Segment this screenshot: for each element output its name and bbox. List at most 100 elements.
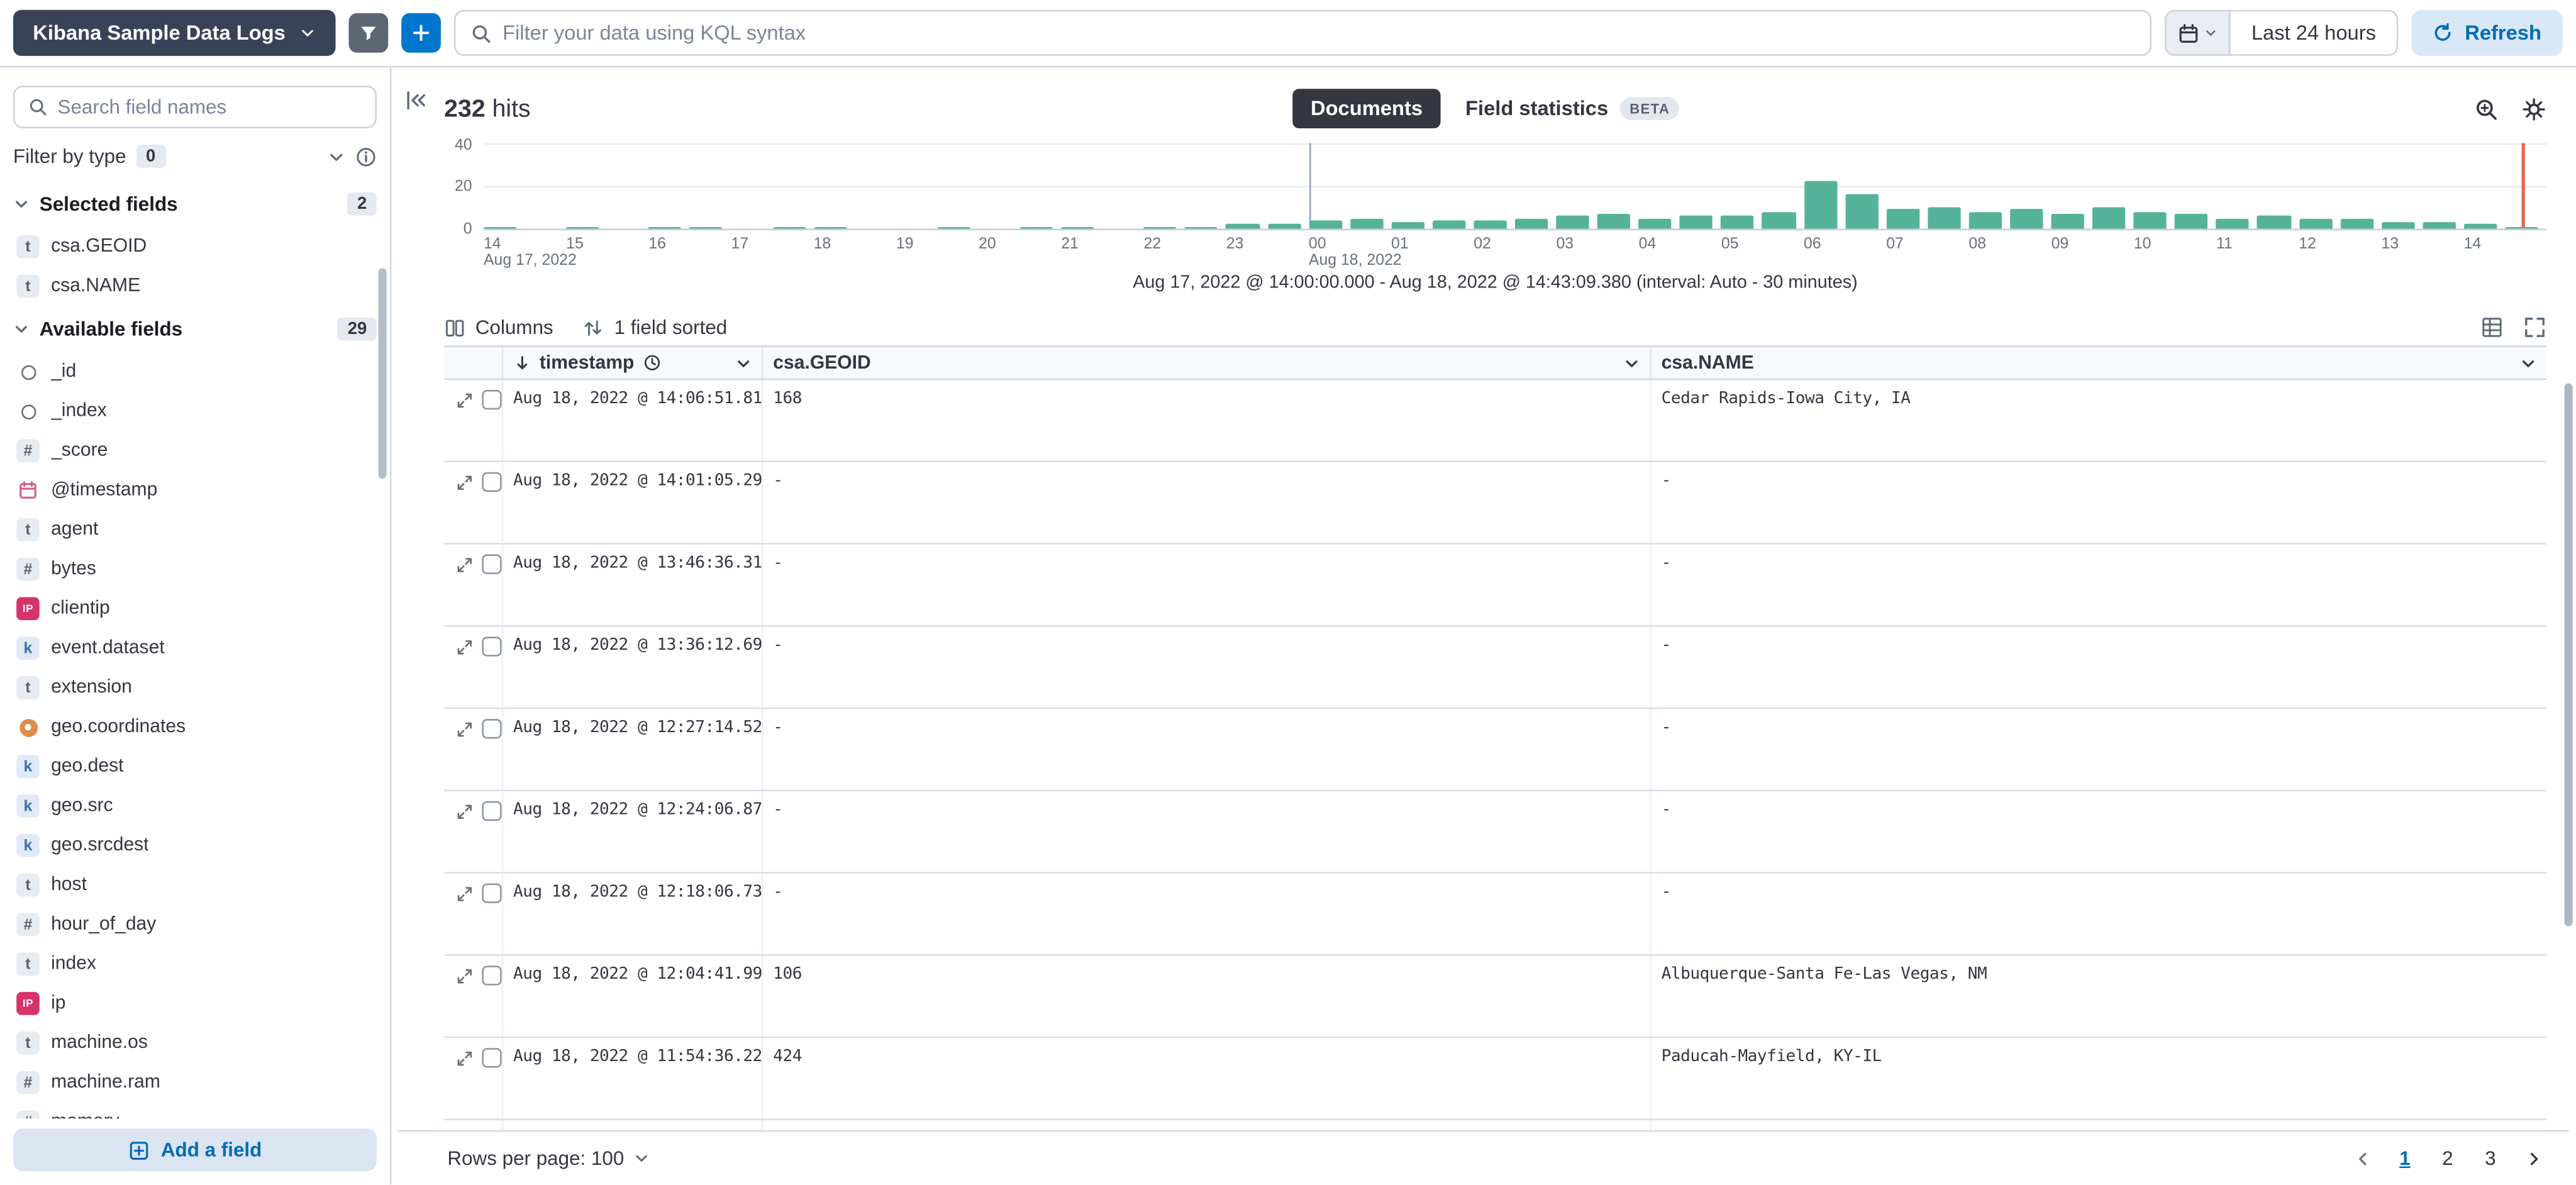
- csa-geoid-cell[interactable]: -: [763, 791, 1652, 872]
- timestamp-cell[interactable]: Aug 18, 2022 @ 14:06:51.816: [503, 380, 763, 460]
- selected-fields-header[interactable]: Selected fields 2: [0, 181, 390, 227]
- csa-geoid-cell[interactable]: 424: [763, 1038, 1652, 1118]
- csa-geoid-cell[interactable]: -: [763, 545, 1652, 625]
- expand-document-icon[interactable]: [455, 391, 474, 409]
- expand-document-icon[interactable]: [455, 474, 474, 492]
- select-row-checkbox[interactable]: [482, 801, 501, 821]
- add-field-button[interactable]: Add a field: [13, 1128, 377, 1171]
- rows-per-page-button[interactable]: Rows per page: 100: [447, 1147, 650, 1170]
- column-menu-icon[interactable]: [735, 355, 752, 371]
- csa-name-cell[interactable]: -: [1652, 545, 2546, 625]
- timestamp-cell[interactable]: Aug 18, 2022 @ 12:04:41.998: [503, 956, 763, 1037]
- sort-fields-button[interactable]: 1 field sorted: [583, 316, 727, 339]
- expand-document-icon[interactable]: [455, 803, 474, 821]
- add-filter-button[interactable]: [401, 13, 440, 53]
- data-view-picker[interactable]: Kibana Sample Data Logs: [13, 10, 335, 56]
- csa-name-cell[interactable]: -: [1652, 874, 2546, 954]
- field-item-geo.dest[interactable]: kgeo.dest: [0, 747, 390, 786]
- page-button-1[interactable]: 1: [2389, 1140, 2421, 1177]
- field-item-memory[interactable]: #memory: [0, 1102, 390, 1118]
- csa-geoid-cell[interactable]: -: [763, 874, 1652, 954]
- field-item-_index[interactable]: _index: [0, 391, 390, 431]
- tab-field-statistics[interactable]: Field statistics BETA: [1447, 89, 1697, 128]
- csa-name-cell[interactable]: Cedar Rapids-Iowa City, IA: [1652, 380, 2546, 460]
- prev-page-button[interactable]: [2346, 1140, 2379, 1177]
- time-range-button[interactable]: Last 24 hours: [2230, 10, 2399, 56]
- timestamp-cell[interactable]: Aug 18, 2022 @ 14:01:05.297: [503, 462, 763, 543]
- page-button-3[interactable]: 3: [2474, 1140, 2507, 1177]
- field-item-@timestamp[interactable]: @timestamp: [0, 470, 390, 510]
- field-item-geo.src[interactable]: kgeo.src: [0, 786, 390, 826]
- csa-geoid-cell[interactable]: 168: [763, 380, 1652, 460]
- select-row-checkbox[interactable]: [482, 637, 501, 656]
- saved-query-button[interactable]: [348, 13, 387, 53]
- csa-geoid-cell[interactable]: -: [763, 462, 1652, 543]
- header-csa-name[interactable]: csa.NAME: [1652, 347, 2546, 379]
- field-item-bytes[interactable]: #bytes: [0, 550, 390, 589]
- available-fields-header[interactable]: Available fields 29: [0, 306, 390, 352]
- columns-button[interactable]: Columns: [444, 316, 553, 339]
- csa-geoid-cell[interactable]: 106: [763, 956, 1652, 1037]
- csa-geoid-cell[interactable]: -: [763, 709, 1652, 789]
- csa-name-cell[interactable]: -: [1652, 709, 2546, 789]
- header-csa-geoid[interactable]: csa.GEOID: [763, 347, 1652, 379]
- header-timestamp[interactable]: timestamp: [503, 347, 763, 379]
- field-item-_id[interactable]: _id: [0, 352, 390, 392]
- filter-by-type[interactable]: Filter by type 0: [13, 145, 377, 168]
- csa-name-cell[interactable]: Paducah-Mayfield, KY-IL: [1652, 1038, 2546, 1118]
- expand-document-icon[interactable]: [455, 885, 474, 903]
- field-item-geo.srcdest[interactable]: kgeo.srcdest: [0, 826, 390, 865]
- field-item-ip[interactable]: IPip: [0, 984, 390, 1023]
- display-options-button[interactable]: [2480, 316, 2504, 339]
- field-item-extension[interactable]: textension: [0, 668, 390, 708]
- select-row-checkbox[interactable]: [482, 554, 501, 574]
- expand-document-icon[interactable]: [455, 638, 474, 657]
- csa-name-cell[interactable]: Albuquerque-Santa Fe-Las Vegas, NM: [1652, 956, 2546, 1037]
- fullscreen-button[interactable]: [2523, 316, 2546, 339]
- timestamp-cell[interactable]: Aug 18, 2022 @ 12:18:06.737: [503, 874, 763, 954]
- timestamp-cell[interactable]: Aug 18, 2022 @ 12:24:06.875: [503, 791, 763, 872]
- field-item-machine.ram[interactable]: #machine.ram: [0, 1063, 390, 1103]
- field-item-event.dataset[interactable]: kevent.dataset: [0, 628, 390, 668]
- timestamp-cell[interactable]: Aug 18, 2022 @ 13:36:12.692: [503, 627, 763, 708]
- field-item-host[interactable]: thost: [0, 865, 390, 905]
- select-row-checkbox[interactable]: [482, 472, 501, 492]
- sidebar-scrollbar[interactable]: [379, 268, 387, 479]
- timestamp-cell[interactable]: Aug 18, 2022 @ 13:46:36.315: [503, 545, 763, 625]
- field-item-agent[interactable]: tagent: [0, 510, 390, 550]
- column-menu-icon[interactable]: [1623, 355, 1640, 371]
- csa-geoid-cell[interactable]: 538: [763, 1120, 1652, 1130]
- table-scrollbar[interactable]: [2565, 383, 2573, 926]
- field-item-machine.os[interactable]: tmachine.os: [0, 1023, 390, 1063]
- info-icon[interactable]: [355, 145, 377, 167]
- chart-options-button[interactable]: [2522, 96, 2546, 121]
- tab-documents[interactable]: Documents: [1292, 89, 1441, 128]
- expand-document-icon[interactable]: [455, 721, 474, 739]
- field-item-_score[interactable]: #_score: [0, 431, 390, 470]
- page-button-2[interactable]: 2: [2431, 1140, 2464, 1177]
- timestamp-cell[interactable]: Aug 18, 2022 @ 11:39:27.836: [503, 1120, 763, 1130]
- select-row-checkbox[interactable]: [482, 965, 501, 985]
- field-search-input[interactable]: [58, 96, 362, 119]
- timestamp-cell[interactable]: Aug 18, 2022 @ 12:27:14.527: [503, 709, 763, 789]
- expand-document-icon[interactable]: [455, 1050, 474, 1068]
- field-item-csa.NAME[interactable]: tcsa.NAME: [0, 267, 390, 306]
- csa-name-cell[interactable]: -: [1652, 791, 2546, 872]
- date-picker-calendar-button[interactable]: [2164, 10, 2230, 56]
- field-item-clientip[interactable]: IPclientip: [0, 589, 390, 628]
- field-item-geo.coordinates[interactable]: geo.coordinates: [0, 708, 390, 747]
- csa-geoid-cell[interactable]: -: [763, 627, 1652, 708]
- collapse-sidebar-button[interactable]: [401, 86, 431, 115]
- select-row-checkbox[interactable]: [482, 719, 501, 738]
- refresh-button[interactable]: Refresh: [2412, 10, 2563, 56]
- next-page-button[interactable]: [2517, 1140, 2550, 1177]
- expand-document-icon[interactable]: [455, 967, 474, 986]
- field-item-index[interactable]: tindex: [0, 944, 390, 984]
- field-item-hour_of_day[interactable]: #hour_of_day: [0, 905, 390, 945]
- select-row-checkbox[interactable]: [482, 1048, 501, 1067]
- column-menu-icon[interactable]: [2520, 355, 2536, 371]
- timestamp-cell[interactable]: Aug 18, 2022 @ 11:54:36.220: [503, 1038, 763, 1118]
- kql-search-input[interactable]: [502, 21, 2135, 45]
- csa-name-cell[interactable]: -: [1652, 462, 2546, 543]
- expand-document-icon[interactable]: [455, 556, 474, 574]
